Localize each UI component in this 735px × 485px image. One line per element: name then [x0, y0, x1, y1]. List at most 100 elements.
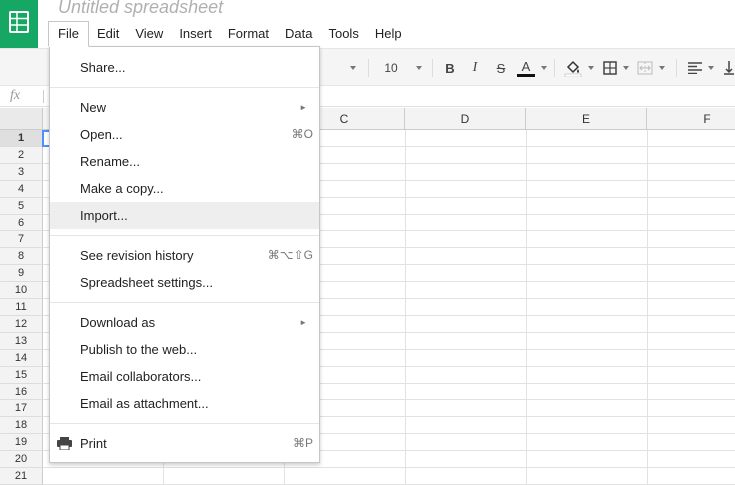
menu-view[interactable]: View	[127, 21, 171, 47]
chevron-down-icon	[415, 66, 422, 70]
chevron-down-icon	[541, 66, 547, 70]
menu-item-print[interactable]: Print ⌘P	[50, 430, 319, 457]
merge-cells-button[interactable]	[636, 49, 666, 87]
menu-item-revision-history[interactable]: See revision history ⌘⌥⇧G	[50, 242, 319, 269]
merge-cells-icon	[637, 61, 653, 75]
row-header-20[interactable]: 20	[0, 451, 43, 468]
bold-icon: B	[445, 60, 455, 76]
document-title[interactable]: Untitled spreadsheet	[58, 0, 223, 18]
row-header-16[interactable]: 16	[0, 384, 43, 400]
sheets-logo[interactable]	[0, 0, 38, 48]
menu-divider	[50, 302, 319, 303]
borders-button[interactable]	[601, 49, 631, 87]
menu-tools[interactable]: Tools	[320, 21, 366, 47]
formula-divider	[43, 90, 44, 103]
printer-icon	[57, 437, 72, 450]
row-header-2[interactable]: 2	[0, 147, 43, 164]
font-size-value: 10	[384, 61, 398, 75]
menu-divider	[50, 423, 319, 424]
column-gridline	[405, 130, 406, 485]
menu-item-new[interactable]: New ►	[50, 94, 319, 121]
menubar: File Edit View Insert Format Data Tools …	[48, 21, 410, 47]
menu-item-shortcut: ⌘P	[292, 436, 313, 450]
row-header-4[interactable]: 4	[0, 181, 43, 198]
menu-data[interactable]: Data	[277, 21, 320, 47]
column-header-d[interactable]: D	[405, 108, 526, 130]
menu-item-publish[interactable]: Publish to the web...	[50, 336, 319, 363]
row-header-19[interactable]: 19	[0, 434, 43, 451]
menu-item-rename[interactable]: Rename...	[50, 148, 319, 175]
font-family-dropdown[interactable]	[340, 49, 360, 87]
row-header-9[interactable]: 9	[0, 265, 43, 282]
function-icon: fx	[10, 88, 21, 103]
menu-item-shortcut: ⌘O	[291, 127, 313, 141]
row-header-11[interactable]: 11	[0, 299, 43, 316]
row-header-15[interactable]: 15	[0, 367, 43, 384]
text-color-button[interactable]: A	[514, 49, 550, 87]
row-header-21[interactable]: 21	[0, 468, 43, 485]
menu-item-label: New	[80, 100, 107, 115]
row-header-13[interactable]: 13	[0, 333, 43, 350]
menu-item-label: Publish to the web...	[80, 342, 198, 357]
menu-item-make-copy[interactable]: Make a copy...	[50, 175, 319, 202]
menu-divider	[50, 235, 319, 236]
align-left-icon	[688, 62, 702, 74]
chevron-down-icon	[588, 66, 594, 70]
menu-item-label: Print	[80, 436, 107, 451]
row-gridline	[43, 467, 735, 468]
italic-button[interactable]: I	[466, 49, 484, 87]
column-gridline	[526, 130, 527, 485]
toolbar-divider	[432, 59, 433, 77]
menu-item-label: Make a copy...	[80, 181, 164, 196]
menu-item-settings[interactable]: Spreadsheet settings...	[50, 269, 319, 296]
menu-item-shortcut: ⌘⌥⇧G	[267, 248, 313, 262]
menu-edit[interactable]: Edit	[89, 21, 127, 47]
row-header-7[interactable]: 7	[0, 231, 43, 248]
row-header-1[interactable]: 1	[0, 130, 43, 147]
align-button[interactable]	[684, 49, 718, 87]
chevron-down-icon	[659, 66, 665, 70]
menu-item-label: Rename...	[80, 154, 140, 169]
menu-item-label: Spreadsheet settings...	[80, 275, 213, 290]
menu-item-email-collaborators[interactable]: Email collaborators...	[50, 363, 319, 390]
menu-item-open[interactable]: Open... ⌘O	[50, 121, 319, 148]
text-color-swatch	[517, 73, 535, 77]
menu-item-label: See revision history	[80, 248, 194, 263]
chevron-down-icon	[623, 66, 629, 70]
font-size-dropdown[interactable]: 10	[378, 49, 428, 87]
toolbar-divider	[554, 59, 555, 77]
row-header-3[interactable]: 3	[0, 164, 43, 181]
row-header-14[interactable]: 14	[0, 350, 43, 367]
select-all-corner[interactable]	[0, 108, 43, 130]
menu-format[interactable]: Format	[220, 21, 277, 47]
row-header-6[interactable]: 6	[0, 215, 43, 231]
bold-button[interactable]: B	[441, 49, 459, 87]
menu-item-email-attachment[interactable]: Email as attachment...	[50, 390, 319, 417]
menu-item-label: Import...	[80, 208, 128, 223]
fill-color-button[interactable]	[562, 49, 596, 87]
row-header-17[interactable]: 17	[0, 400, 43, 417]
menu-file[interactable]: File	[48, 21, 89, 47]
submenu-arrow-icon: ►	[299, 318, 307, 327]
menu-item-label: Share...	[80, 60, 126, 75]
text-color-icon: A	[517, 60, 535, 77]
menu-item-download-as[interactable]: Download as ►	[50, 309, 319, 336]
chevron-down-icon	[350, 66, 356, 70]
row-header-10[interactable]: 10	[0, 282, 43, 299]
menu-divider	[50, 87, 319, 88]
sheets-logo-icon	[9, 11, 29, 33]
text-color-letter: A	[521, 58, 531, 74]
row-header-8[interactable]: 8	[0, 248, 43, 265]
vertical-align-button[interactable]	[722, 49, 735, 87]
menu-item-share[interactable]: Share...	[50, 54, 319, 81]
borders-icon	[603, 61, 617, 75]
menu-insert[interactable]: Insert	[171, 21, 220, 47]
menu-item-import[interactable]: Import...	[50, 202, 319, 229]
column-header-e[interactable]: E	[526, 108, 647, 130]
row-header-18[interactable]: 18	[0, 417, 43, 434]
menu-help[interactable]: Help	[367, 21, 410, 47]
row-header-12[interactable]: 12	[0, 316, 43, 333]
column-header-f[interactable]: F	[647, 108, 735, 130]
row-header-5[interactable]: 5	[0, 198, 43, 215]
strikethrough-button[interactable]: S	[492, 49, 510, 87]
